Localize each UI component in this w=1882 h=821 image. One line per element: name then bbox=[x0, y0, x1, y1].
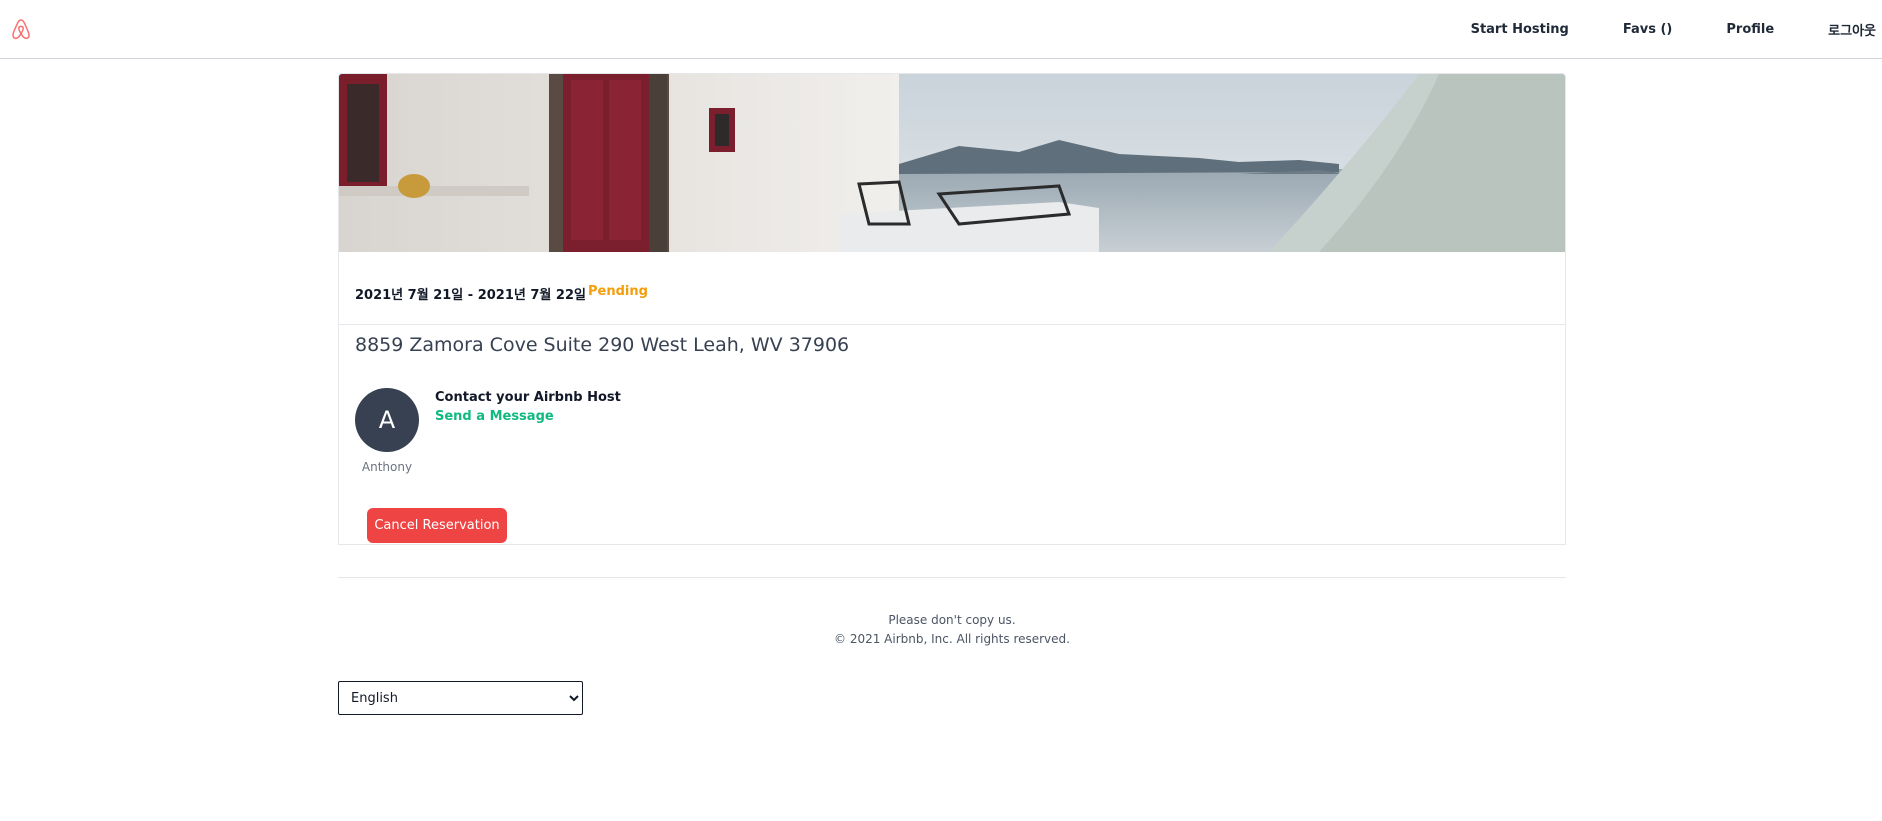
footer-note: Please don't copy us. bbox=[888, 613, 1016, 627]
nav-profile[interactable]: Profile bbox=[1726, 22, 1774, 37]
top-nav: Start Hosting Favs () Profile 로그아웃 bbox=[0, 0, 1882, 59]
host-initial: A bbox=[378, 406, 396, 434]
footer-divider bbox=[338, 577, 1566, 578]
host-avatar: A bbox=[355, 388, 419, 452]
cancel-reservation-button[interactable]: Cancel Reservation bbox=[367, 508, 507, 543]
nav-logout[interactable]: 로그아웃 bbox=[1828, 20, 1876, 39]
nav-links: Start Hosting Favs () Profile 로그아웃 bbox=[1471, 0, 1876, 59]
host-name: Anthony bbox=[361, 460, 413, 474]
footer-copyright: © 2021 Airbnb, Inc. All rights reserved. bbox=[834, 632, 1070, 646]
reservation-dates: 2021년 7월 21일 - 2021년 7월 22일 bbox=[355, 288, 586, 303]
listing-banner-image bbox=[339, 74, 1565, 252]
contact-host-title: Contact your Airbnb Host bbox=[435, 390, 621, 405]
listing-address: 8859 Zamora Cove Suite 290 West Leah, WV… bbox=[355, 334, 850, 356]
language-select[interactable]: English bbox=[338, 681, 583, 715]
reservation-status-row: 2021년 7월 21일 - 2021년 7월 22일 Pending bbox=[339, 252, 1565, 325]
reservation-card: 2021년 7월 21일 - 2021년 7월 22일 Pending 8859… bbox=[338, 73, 1566, 545]
send-message-link[interactable]: Send a Message bbox=[435, 409, 554, 424]
airbnb-logo-icon[interactable] bbox=[10, 17, 32, 41]
nav-start-hosting[interactable]: Start Hosting bbox=[1471, 22, 1569, 37]
status-badge: Pending bbox=[588, 284, 648, 299]
nav-favs[interactable]: Favs () bbox=[1623, 22, 1673, 37]
